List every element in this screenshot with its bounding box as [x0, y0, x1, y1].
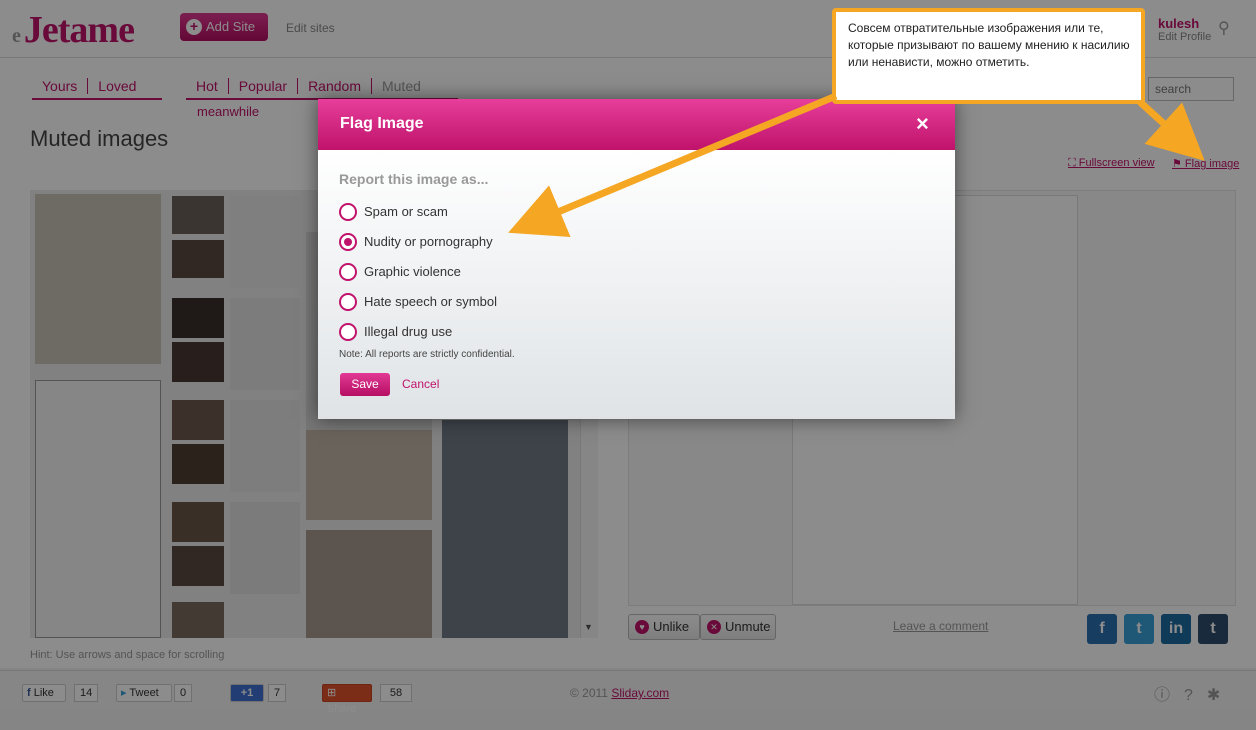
confidential-note: Note: All reports are strictly confident…	[339, 349, 515, 360]
radio-button[interactable]	[339, 293, 357, 311]
flag-image-dialog: Flag Image × Report this image as... Spa…	[318, 99, 955, 419]
radio-button[interactable]	[339, 203, 357, 221]
dialog-header: Flag Image ×	[318, 99, 955, 150]
dialog-body: Report this image as... Spam or scam Nud…	[318, 150, 955, 419]
cancel-link[interactable]: Cancel	[402, 377, 439, 391]
option-label: Illegal drug use	[364, 324, 453, 339]
dialog-title: Flag Image	[340, 115, 424, 132]
annotation-callout: Совсем отвратительные изображения или те…	[832, 8, 1145, 104]
option-label: Graphic violence	[364, 264, 461, 279]
report-prompt: Report this image as...	[339, 171, 489, 187]
option-label: Nudity or pornography	[364, 234, 493, 249]
save-button[interactable]: Save	[340, 373, 390, 396]
radio-button[interactable]	[339, 323, 357, 341]
radio-button-selected[interactable]	[339, 233, 357, 251]
close-icon[interactable]: ×	[916, 111, 929, 137]
option-label: Spam or scam	[364, 204, 448, 219]
option-label: Hate speech or symbol	[364, 294, 497, 309]
radio-button[interactable]	[339, 263, 357, 281]
